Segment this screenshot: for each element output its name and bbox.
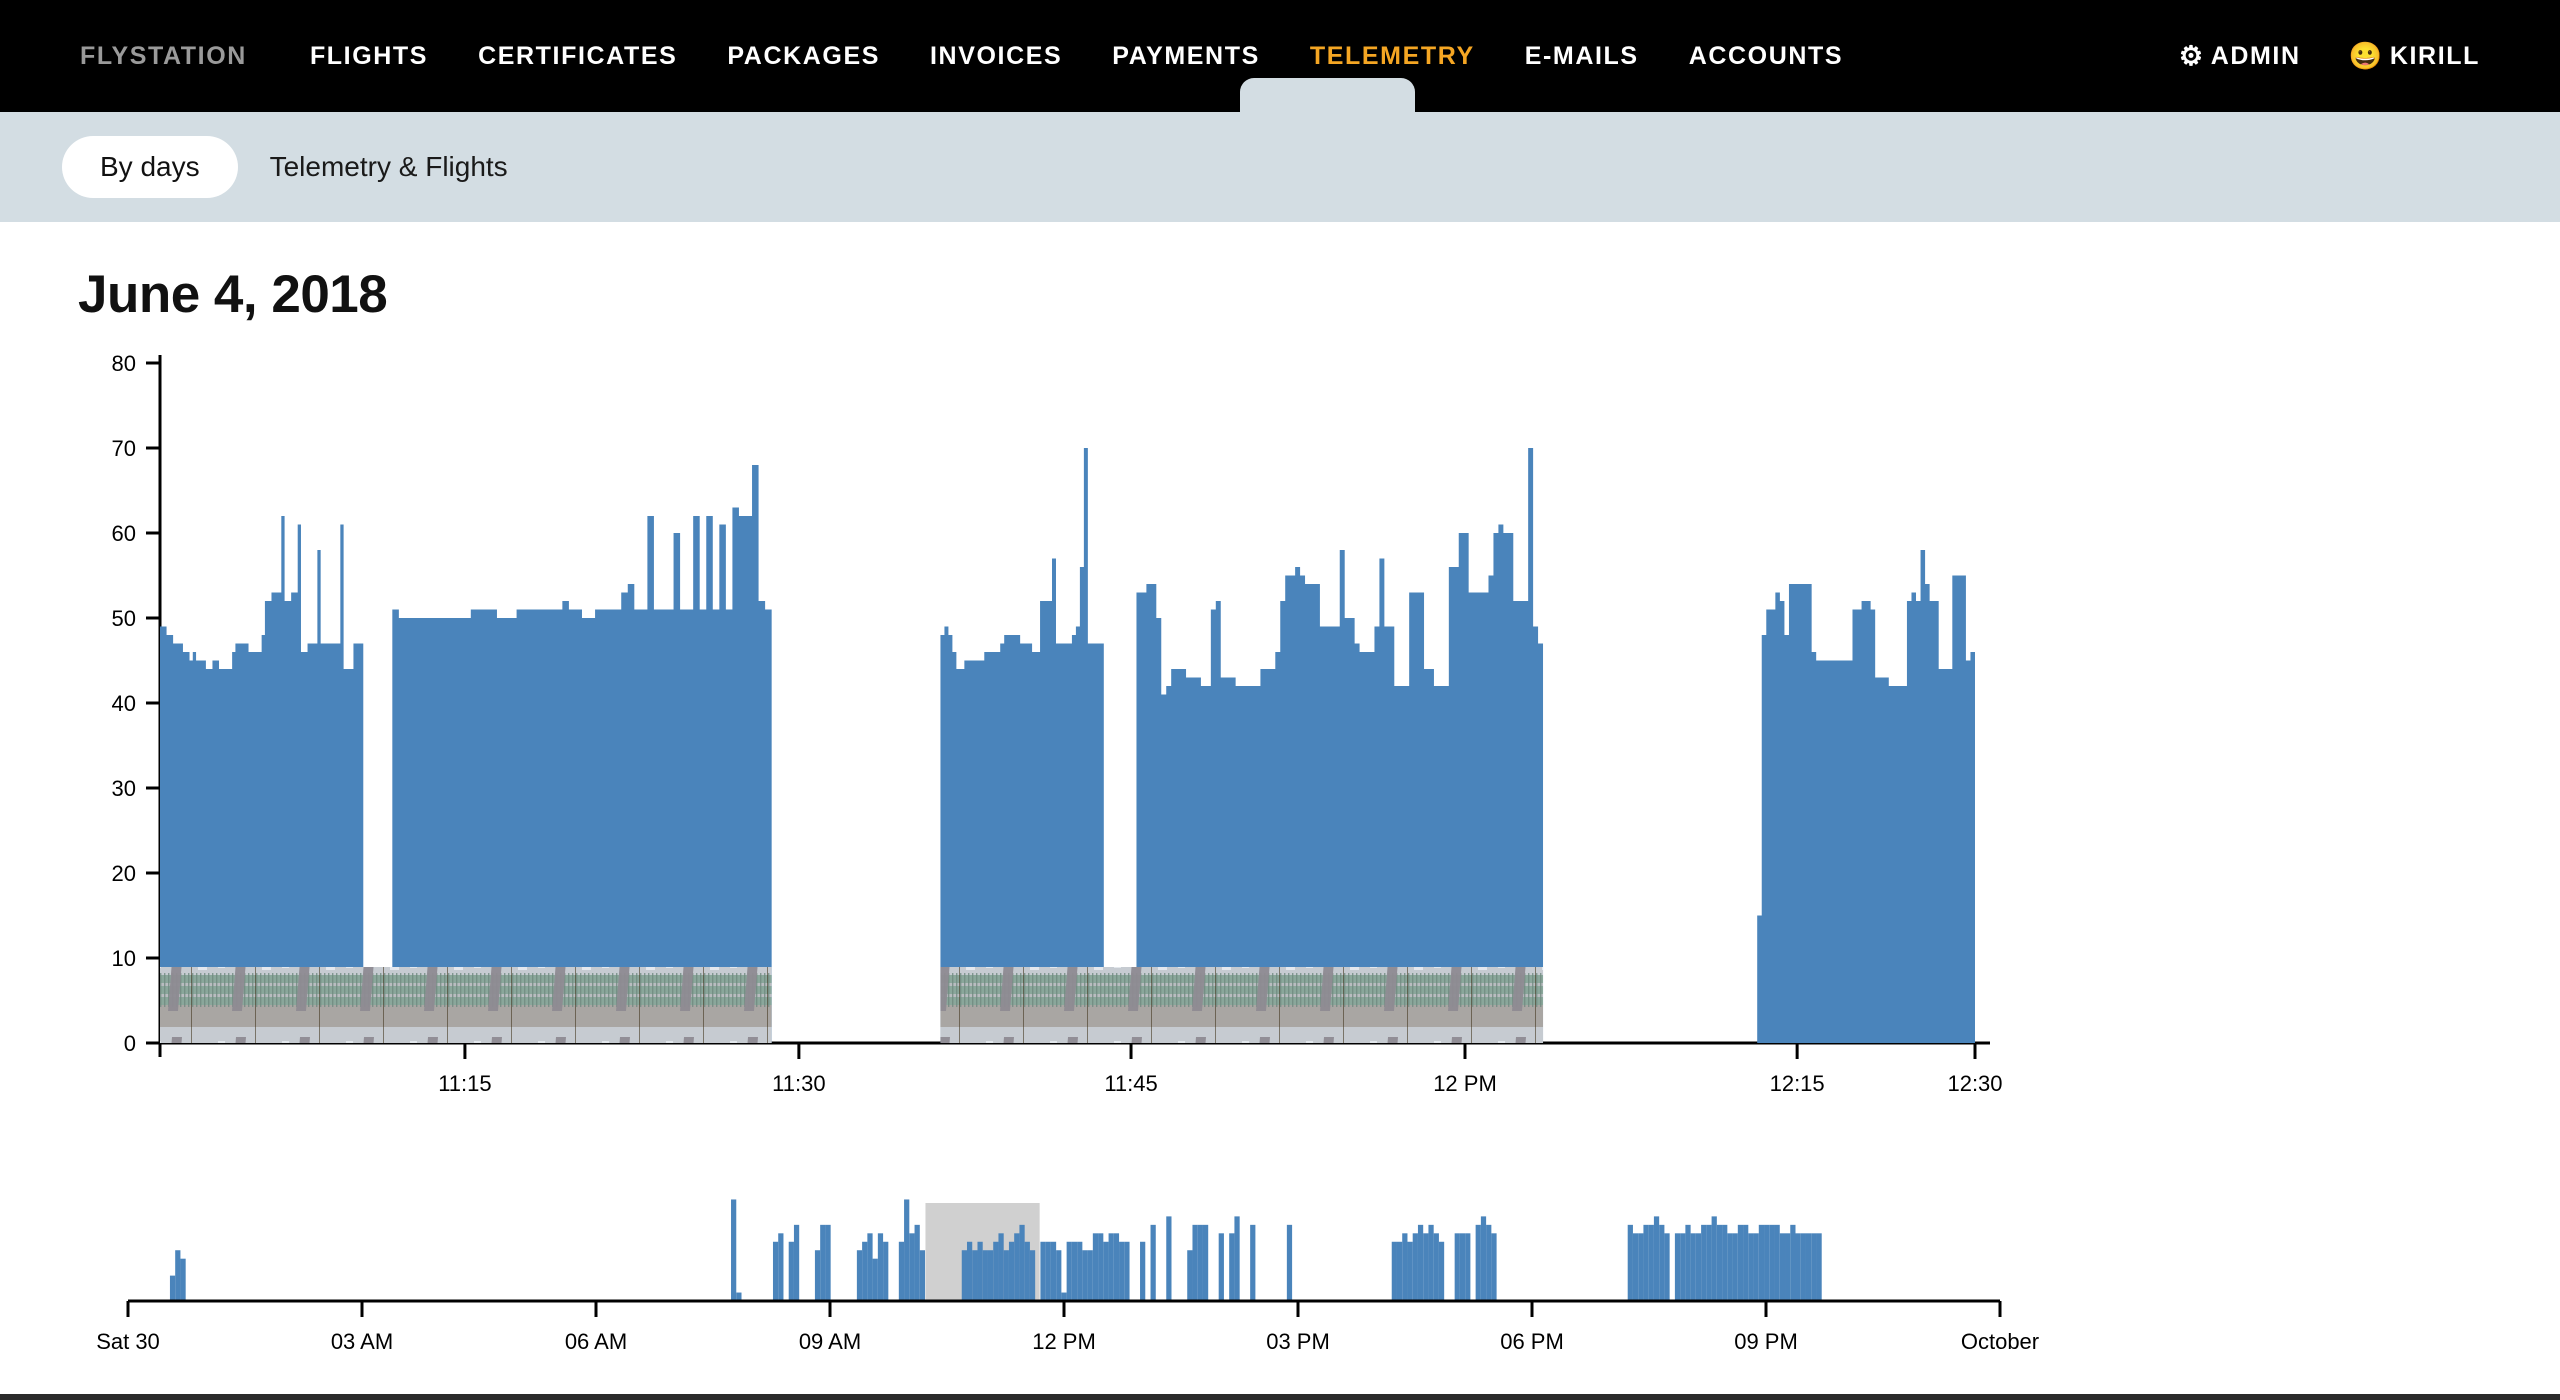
svg-text:09 AM: 09 AM <box>799 1329 861 1354</box>
svg-text:40: 40 <box>112 691 136 716</box>
main-content: June 4, 2018 0 10 20 30 40 50 60 70 80 11:15 11:30… <box>0 222 2560 1400</box>
svg-text:06 PM: 06 PM <box>1500 1329 1564 1354</box>
svg-text:50: 50 <box>112 606 136 631</box>
smiley-face-icon: 😀 <box>2348 40 2384 71</box>
svg-text:11:45: 11:45 <box>1104 1071 1157 1096</box>
admin-label: ADMIN <box>2210 41 2301 70</box>
top-navigation-bar: FLYSTATION FLIGHTS CERTIFICATES PACKAGES… <box>0 0 2560 112</box>
nav-item-accounts[interactable]: ACCOUNTS <box>1664 42 1868 71</box>
nav-item-certificates[interactable]: CERTIFICATES <box>453 42 702 71</box>
svg-text:12 PM: 12 PM <box>1032 1329 1096 1354</box>
page-title: June 4, 2018 <box>78 265 388 324</box>
tab-telemetry-and-flights[interactable]: Telemetry & Flights <box>248 136 530 198</box>
svg-text:80: 80 <box>112 351 136 376</box>
top-nav-items: FLYSTATION FLIGHTS CERTIFICATES PACKAGES… <box>80 42 1868 71</box>
telemetry-chart-container: 0 10 20 30 40 50 60 70 80 11:15 11:30 11:45 12 PM 12:… <box>0 343 2560 1363</box>
svg-text:30: 30 <box>112 776 136 801</box>
svg-text:60: 60 <box>112 521 136 546</box>
tab-by-days[interactable]: By days <box>62 136 238 198</box>
nav-item-payments[interactable]: PAYMENTS <box>1087 42 1285 71</box>
svg-text:11:30: 11:30 <box>772 1071 825 1096</box>
svg-text:October: October <box>1961 1329 2039 1354</box>
svg-text:0: 0 <box>124 1031 136 1056</box>
nav-item-invoices[interactable]: INVOICES <box>905 42 1087 71</box>
nav-item-packages[interactable]: PACKAGES <box>702 42 905 71</box>
svg-text:03 PM: 03 PM <box>1266 1329 1330 1354</box>
active-tab-connector <box>1240 78 1415 112</box>
nav-brand-flystation[interactable]: FLYSTATION <box>80 42 285 71</box>
svg-text:20: 20 <box>112 861 136 886</box>
svg-text:10: 10 <box>112 946 136 971</box>
nav-item-flights[interactable]: FLIGHTS <box>285 42 453 71</box>
svg-text:12:15: 12:15 <box>1770 1071 1825 1096</box>
svg-text:70: 70 <box>112 436 136 461</box>
user-label: KIRILL <box>2389 41 2480 70</box>
sub-navigation-bar: By days Telemetry & Flights <box>0 112 2560 222</box>
svg-text:Sat 30: Sat 30 <box>96 1329 160 1354</box>
nav-item-telemetry[interactable]: TELEMETRY <box>1285 42 1500 71</box>
svg-text:12:30: 12:30 <box>1947 1071 2002 1096</box>
gear-icon: ⚙ <box>2178 40 2205 71</box>
svg-text:11:15: 11:15 <box>438 1071 491 1096</box>
svg-text:09 PM: 09 PM <box>1734 1329 1798 1354</box>
top-nav-right-group: ⚙ ADMIN 😀 KIRILL <box>2179 0 2480 112</box>
telemetry-brush-chart[interactable]: Sat 30 03 AM 06 AM 09 AM 12 PM 03 PM 06 PM 09 P… <box>0 1183 2560 1363</box>
user-menu-button[interactable]: 😀 KIRILL <box>2349 42 2480 71</box>
svg-text:12 PM: 12 PM <box>1433 1071 1497 1096</box>
svg-text:03 AM: 03 AM <box>331 1329 393 1354</box>
admin-menu-button[interactable]: ⚙ ADMIN <box>2179 42 2301 71</box>
footer-divider <box>0 1394 2560 1400</box>
svg-text:06 AM: 06 AM <box>565 1329 627 1354</box>
nav-item-emails[interactable]: E-MAILS <box>1500 42 1664 71</box>
telemetry-area-chart[interactable]: 0 10 20 30 40 50 60 70 80 11:15 11:30 11:45 12 PM 12:… <box>0 343 2560 1183</box>
